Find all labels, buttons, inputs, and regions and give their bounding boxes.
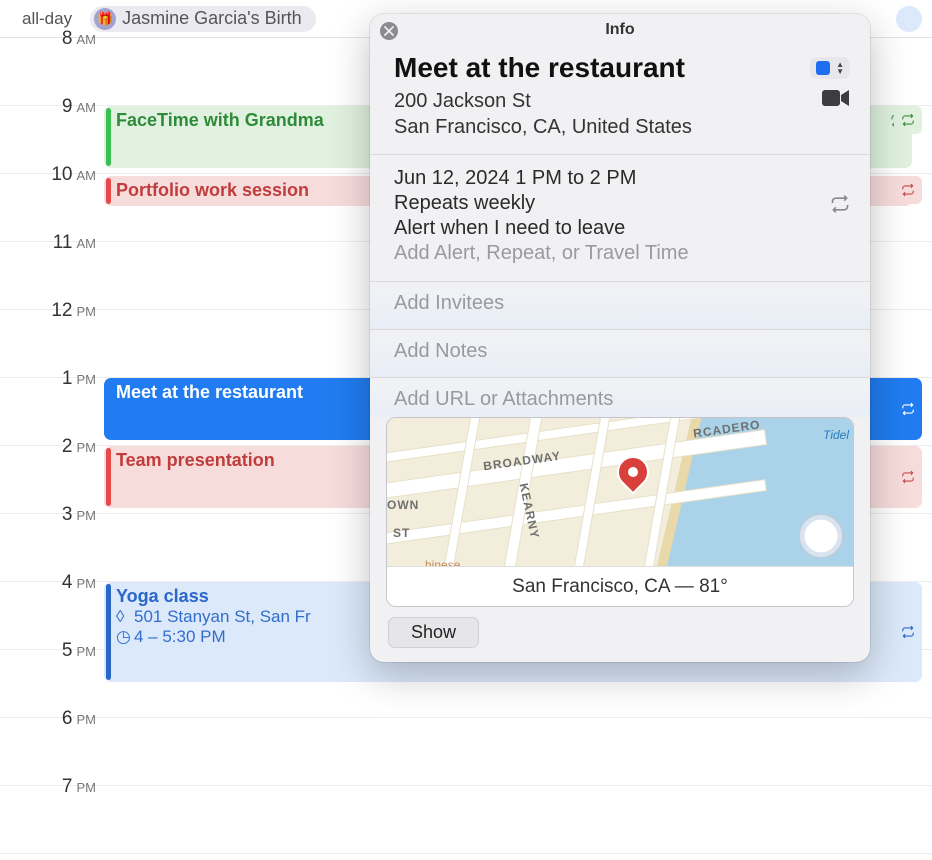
alert-field[interactable]: Alert when I need to leave: [394, 217, 850, 240]
map-weather-footer: San Francisco, CA — 81°: [387, 566, 853, 606]
section-invitees: Add Invitees: [370, 281, 870, 329]
add-notes-placeholder[interactable]: Add Notes: [394, 340, 850, 363]
repeat-field[interactable]: Repeats weekly: [394, 192, 535, 215]
add-alert-placeholder[interactable]: Add Alert, Repeat, or Travel Time: [394, 242, 850, 265]
add-invitees-placeholder[interactable]: Add Invitees: [394, 292, 850, 315]
close-button[interactable]: [380, 22, 398, 40]
hour-label: 9AM: [0, 96, 96, 118]
show-button[interactable]: Show: [388, 617, 479, 648]
event-title: Yoga class: [116, 586, 209, 606]
event-title: Portfolio work session: [116, 180, 309, 200]
hour-label: 11AM: [0, 232, 96, 254]
hour-label: 2PM: [0, 436, 96, 458]
video-call-icon[interactable]: [822, 88, 850, 108]
hour-label: 7PM: [0, 776, 96, 798]
address-line-1: 200 Jackson St: [394, 90, 531, 112]
event-color-bar: [106, 178, 111, 204]
event-color-bar: [106, 584, 111, 680]
section-url: Add URL or Attachments: [370, 377, 870, 417]
location-icon: ◊: [116, 607, 130, 627]
map-canvas: BROADWAY RCADERO KEARNY OWN ST hinese Ti…: [387, 418, 853, 566]
event-location-field[interactable]: 200 Jackson St San Francisco, CA, United…: [394, 88, 692, 140]
repeat-icon: [830, 194, 850, 214]
event-info-popover: Info Meet at the restaurant ▲▼ 200 Jacks…: [370, 14, 870, 662]
birthday-chip-label: Jasmine Garcia's Birth: [122, 8, 302, 29]
address-line-2: San Francisco, CA, United States: [394, 116, 692, 138]
event-stub[interactable]: [894, 582, 922, 682]
popover-title: Info: [605, 21, 634, 39]
section-datetime: Jun 12, 2024 1 PM to 2 PM Repeats weekly…: [370, 154, 870, 281]
hour-label: 1PM: [0, 368, 96, 390]
hour-label: 6PM: [0, 708, 96, 730]
map-preview[interactable]: BROADWAY RCADERO KEARNY OWN ST hinese Ti…: [386, 417, 854, 607]
map-compass-icon[interactable]: [799, 514, 843, 558]
map-label: Tidel: [823, 428, 849, 442]
all-day-label: all-day: [22, 9, 72, 29]
popover-titlebar: Info: [370, 14, 870, 46]
event-title: FaceTime with Grandma: [116, 110, 324, 130]
hour-label: 5PM: [0, 640, 96, 662]
event-stub[interactable]: [894, 446, 922, 508]
map-label: hinese: [425, 558, 460, 566]
map-label: ST: [393, 526, 410, 540]
chevron-updown-icon: ▲▼: [836, 61, 844, 75]
calendar-color-menu[interactable]: ▲▼: [810, 57, 850, 79]
event-color-bar: [106, 108, 111, 166]
hour-label: 8AM: [0, 28, 96, 50]
event-title: Team presentation: [116, 450, 275, 470]
event-title-field[interactable]: Meet at the restaurant: [394, 52, 685, 84]
clock-icon: ◷: [116, 627, 130, 647]
hour-label: 10AM: [0, 164, 96, 186]
hour-label: 3PM: [0, 504, 96, 526]
event-color-bar: [106, 448, 111, 506]
gift-icon: 🎁: [94, 8, 116, 30]
section-notes: Add Notes: [370, 329, 870, 377]
hour-label: 4PM: [0, 572, 96, 594]
map-label: OWN: [387, 498, 419, 512]
event-title: Meet at the restaurant: [116, 382, 303, 402]
date-time-field[interactable]: Jun 12, 2024 1 PM to 2 PM: [394, 167, 850, 190]
section-title: Meet at the restaurant ▲▼ 200 Jackson St…: [370, 46, 870, 154]
event-stub[interactable]: [894, 378, 922, 440]
birthday-chip[interactable]: 🎁 Jasmine Garcia's Birth: [90, 6, 316, 32]
hour-label: 12PM: [0, 300, 96, 322]
add-url-placeholder[interactable]: Add URL or Attachments: [394, 388, 850, 411]
birthday-chip-right[interactable]: [896, 6, 922, 32]
event-stub[interactable]: [894, 176, 922, 204]
color-swatch: [816, 61, 830, 75]
event-stub[interactable]: [894, 106, 922, 134]
